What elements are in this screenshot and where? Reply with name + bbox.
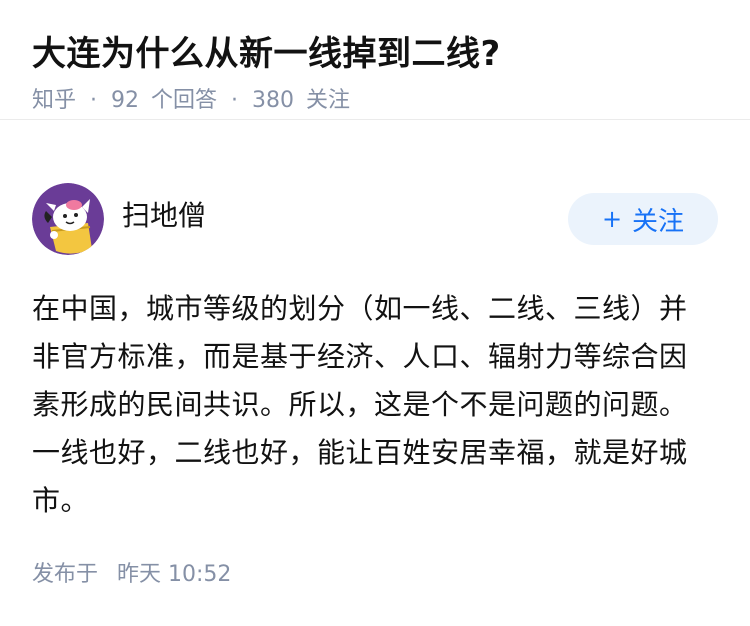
follow-button-label: 关注 <box>632 206 685 237</box>
answer-count: 92 <box>111 88 140 113</box>
source-label: 知乎 <box>32 88 77 113</box>
question-header: 大连为什么从新一线掉到二线? 知乎 · 92 个回答 · 380 关注 <box>0 0 750 120</box>
answer-content: 在中国，城市等级的划分（如一线、二线、三线）并非官方标准，而是基于经济、人口、辐… <box>32 292 688 517</box>
follower-count: 380 <box>252 88 295 113</box>
published-time: 昨天 10:52 <box>117 562 232 587</box>
published-label: 发布于 <box>32 562 99 587</box>
question-title[interactable]: 大连为什么从新一线掉到二线? <box>32 30 718 78</box>
answer-count-label: 个回答 <box>151 88 218 113</box>
question-meta: 知乎 · 92 个回答 · 380 关注 <box>32 86 718 116</box>
separator-dot: · <box>90 88 98 113</box>
follower-count-label: 关注 <box>306 88 351 113</box>
separator-dot: · <box>231 88 239 113</box>
avatar[interactable] <box>32 183 104 255</box>
avatar-illustration-icon <box>32 183 104 255</box>
author-row: 扫地僧 + 关注 <box>32 183 718 255</box>
author-name[interactable]: 扫地僧 <box>122 194 206 234</box>
follow-button[interactable]: + 关注 <box>568 193 718 245</box>
plus-icon: + <box>601 205 623 233</box>
publish-info: 发布于 昨天 10:52 <box>32 560 231 590</box>
